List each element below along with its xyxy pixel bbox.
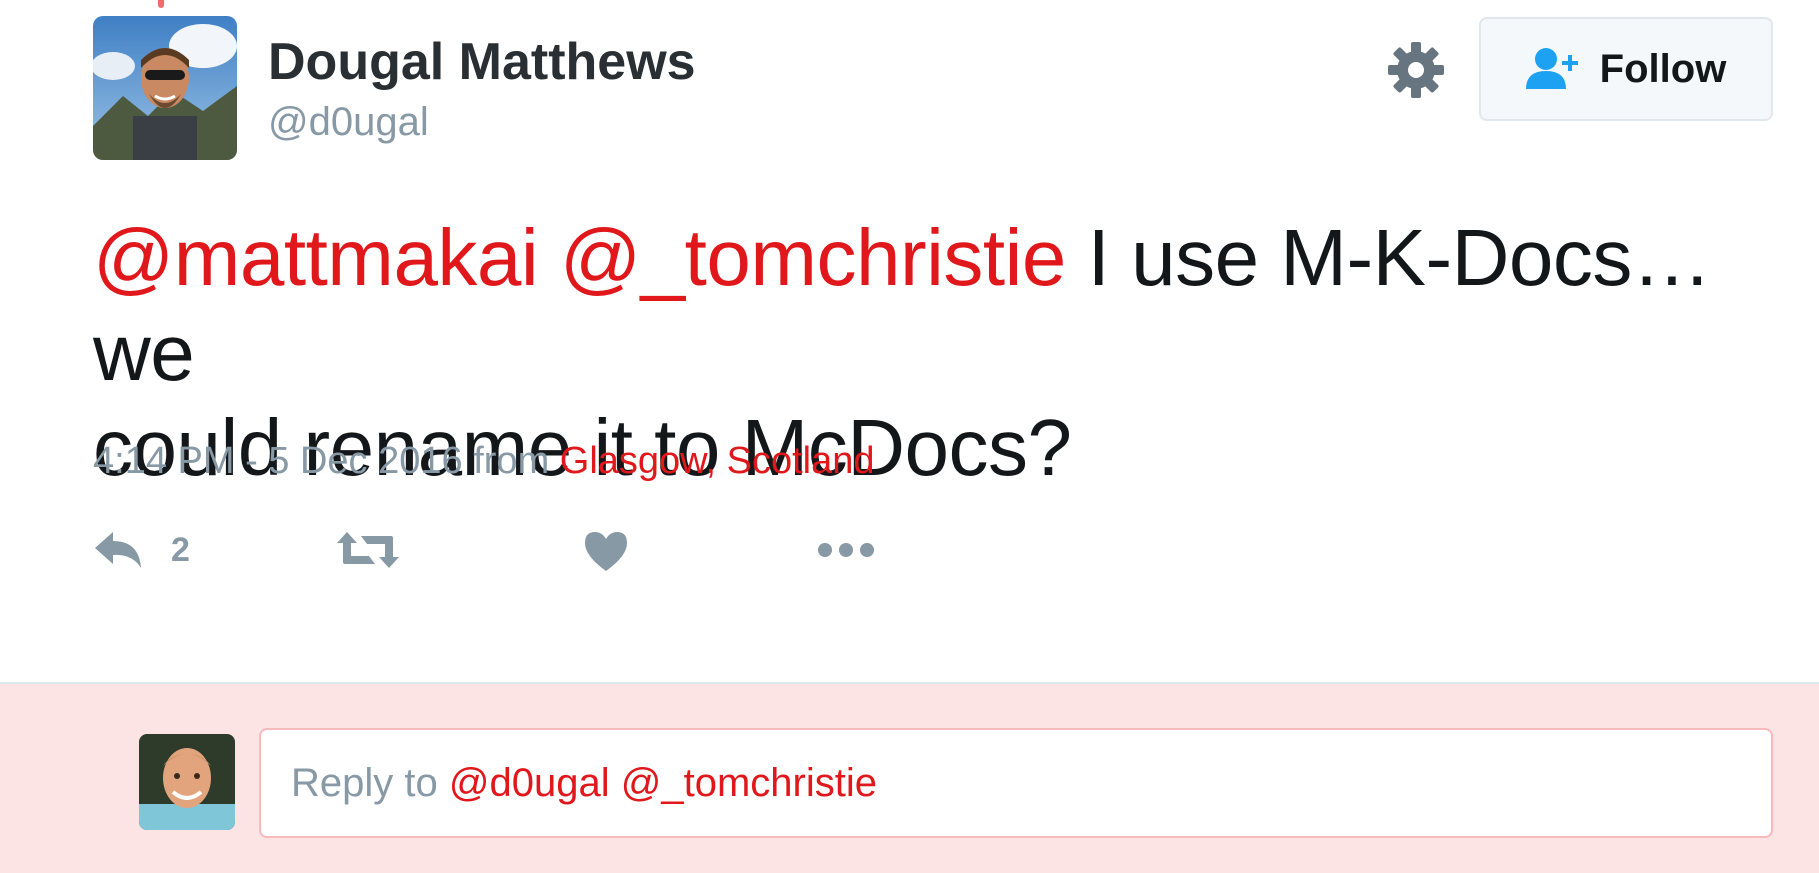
reply-action[interactable]: 2 <box>93 530 190 570</box>
gear-icon[interactable] <box>1386 40 1446 100</box>
tweet-timestamp[interactable]: 4:14 PM - 5 Dec 2016 <box>93 440 463 482</box>
author-handle[interactable]: @d0ugal <box>268 100 429 145</box>
add-user-icon <box>1525 48 1578 89</box>
retweet-icon <box>337 532 399 568</box>
tweet-mention-mattmakai[interactable]: @mattmakai <box>93 213 539 302</box>
retweet-action[interactable] <box>337 530 399 570</box>
author-avatar[interactable] <box>93 16 237 160</box>
tweet-from-word: from <box>473 440 550 482</box>
reply-mention-tomchristie: @_tomchristie <box>620 760 877 805</box>
tweet-mention-tomchristie[interactable]: @_tomchristie <box>560 213 1066 302</box>
author-avatar-image <box>93 16 237 160</box>
reply-prefix: Reply to <box>291 760 438 805</box>
current-user-avatar[interactable] <box>139 734 235 830</box>
heart-icon <box>585 532 627 571</box>
more-dots-icon <box>818 543 874 557</box>
more-action[interactable] <box>817 530 875 570</box>
reply-mention-d0ugal: @d0ugal <box>448 760 610 805</box>
follow-button[interactable]: Follow <box>1479 17 1773 121</box>
current-user-avatar-image <box>139 734 235 830</box>
reply-icon <box>95 532 141 568</box>
reply-input[interactable]: Reply to @d0ugal @_tomchristie <box>259 728 1773 838</box>
tweet-location[interactable]: Glasgow, Scotland <box>560 440 875 482</box>
follow-button-label: Follow <box>1599 46 1727 91</box>
author-name[interactable]: Dougal Matthews <box>268 32 696 92</box>
reply-count: 2 <box>171 530 190 569</box>
like-action[interactable] <box>583 530 629 572</box>
top-edge-marker <box>158 0 164 8</box>
tweet-page: Dougal Matthews @d0ugal Follow @mattmaka… <box>0 0 1819 873</box>
tweet-meta: 4:14 PM - 5 Dec 2016 from Glasgow, Scotl… <box>93 440 875 483</box>
